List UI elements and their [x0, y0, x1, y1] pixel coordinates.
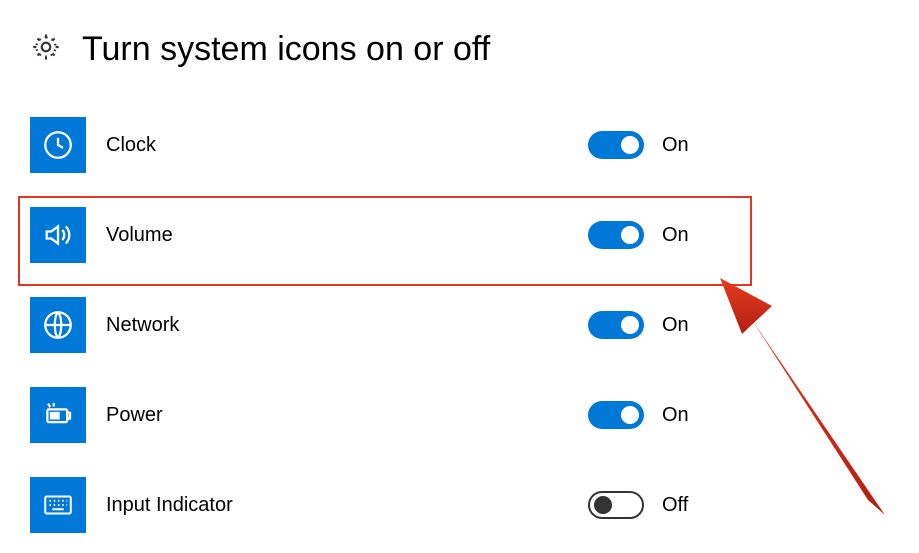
- toggle-state: On: [662, 314, 689, 337]
- row-label: Power: [106, 404, 163, 427]
- row-volume: Volume On: [30, 207, 889, 263]
- toggle-clock[interactable]: [588, 131, 644, 159]
- toggle-state: On: [662, 404, 689, 427]
- toggle-input-indicator[interactable]: [588, 491, 644, 519]
- row-label: Volume: [106, 224, 173, 247]
- gear-icon: [30, 31, 62, 68]
- page-title: Turn system icons on or off: [82, 30, 490, 69]
- clock-icon: [30, 117, 86, 173]
- row-label: Input Indicator: [106, 494, 233, 517]
- row-input-indicator: Input Indicator Off: [30, 477, 889, 533]
- toggle-state: On: [662, 224, 689, 247]
- power-icon: [30, 387, 86, 443]
- row-network: Network On: [30, 297, 889, 353]
- system-icons-list: Clock On Volume On Network: [30, 117, 889, 533]
- page-header: Turn system icons on or off: [30, 30, 889, 69]
- row-label: Network: [106, 314, 179, 337]
- row-clock: Clock On: [30, 117, 889, 173]
- network-icon: [30, 297, 86, 353]
- toggle-network[interactable]: [588, 311, 644, 339]
- row-power: Power On: [30, 387, 889, 443]
- volume-icon: [30, 207, 86, 263]
- toggle-volume[interactable]: [588, 221, 644, 249]
- toggle-state: Off: [662, 494, 688, 517]
- toggle-power[interactable]: [588, 401, 644, 429]
- toggle-state: On: [662, 134, 689, 157]
- keyboard-icon: [30, 477, 86, 533]
- row-label: Clock: [106, 134, 156, 157]
